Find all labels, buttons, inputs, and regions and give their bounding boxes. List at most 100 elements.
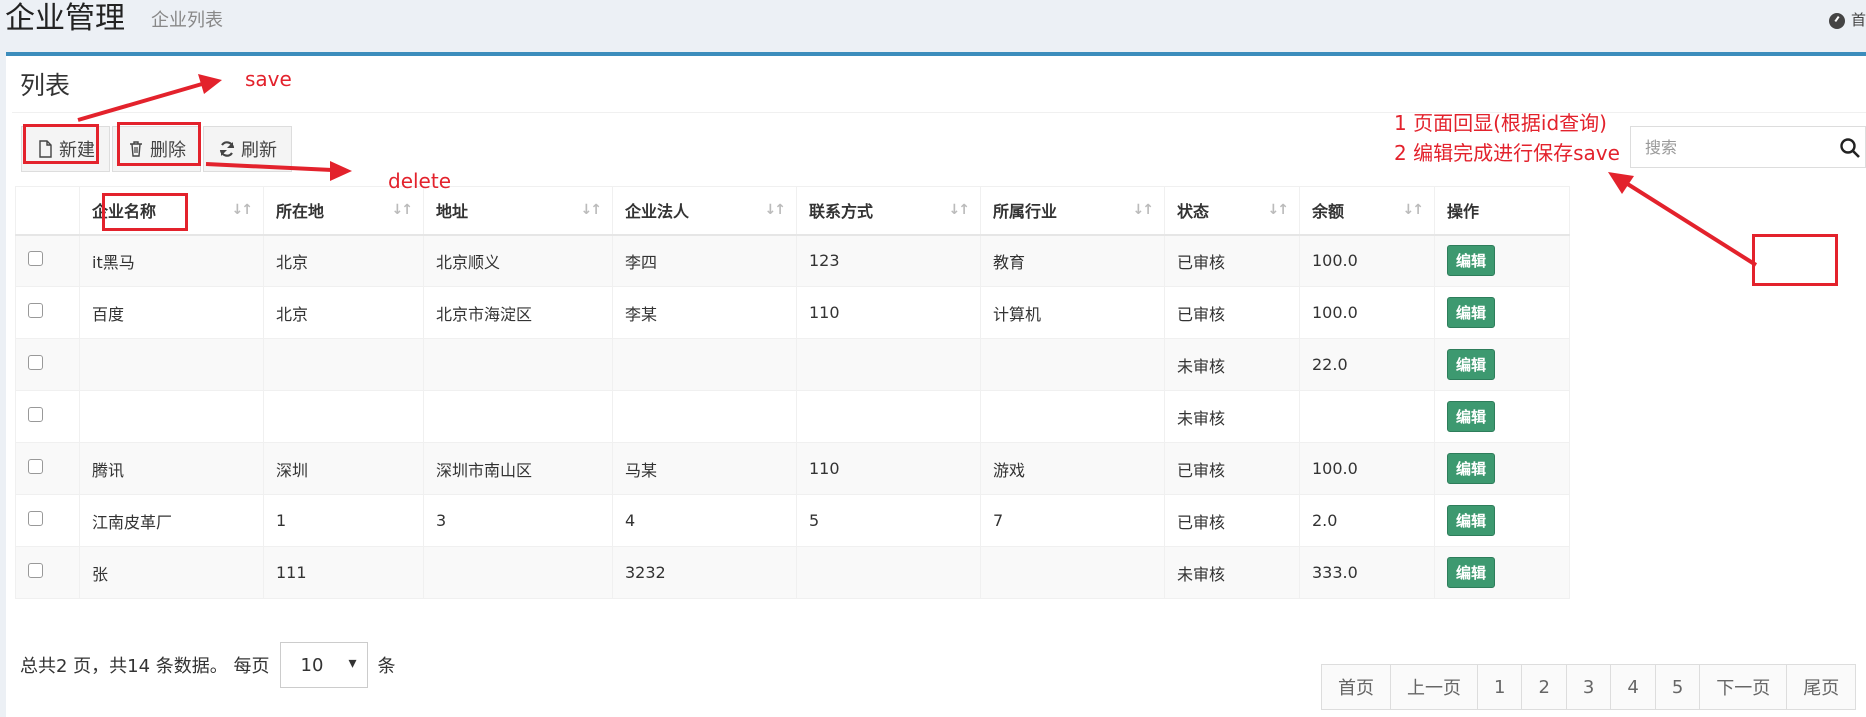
- edit-button[interactable]: 编辑: [1447, 297, 1496, 328]
- refresh-button[interactable]: 刷新: [203, 126, 292, 172]
- cell-status: 已审核: [1164, 494, 1300, 547]
- sort-icon[interactable]: ↓↑: [765, 202, 787, 218]
- home-link[interactable]: 首: [1828, 9, 1866, 30]
- cell-status: 未审核: [1164, 390, 1300, 443]
- column-header[interactable]: 余额 ↓↑: [1299, 186, 1435, 236]
- column-header[interactable]: 联系方式 ↓↑: [796, 186, 981, 236]
- table-row: 未审核 22.0 编辑: [15, 338, 1570, 391]
- edit-button[interactable]: 编辑: [1447, 401, 1496, 432]
- cell-industry: [980, 546, 1165, 599]
- column-header[interactable]: 地址 ↓↑: [423, 186, 613, 236]
- sort-icon[interactable]: ↓↑: [1268, 202, 1290, 218]
- search-icon[interactable]: [1839, 137, 1861, 159]
- cell-actions: 编辑: [1434, 442, 1570, 495]
- cell-industry: [980, 338, 1165, 391]
- edit-button[interactable]: 编辑: [1447, 557, 1496, 588]
- row-checkbox[interactable]: [28, 511, 43, 526]
- sort-icon[interactable]: ↓↑: [581, 202, 603, 218]
- cell-legal: [612, 338, 797, 391]
- cell-city: [263, 390, 424, 443]
- page-link[interactable]: 下一页: [1699, 664, 1788, 710]
- page-link[interactable]: 2: [1521, 664, 1567, 710]
- table-row: 江南皮革厂 1 3 4 5 7 已审核 2.0 编辑: [15, 494, 1570, 547]
- cell-balance: 333.0: [1299, 546, 1435, 599]
- cell-industry: 教育: [980, 234, 1165, 287]
- annotation-delete: delete: [388, 169, 452, 193]
- select-all-header: [15, 186, 80, 236]
- row-checkbox-cell: [15, 390, 80, 443]
- row-checkbox[interactable]: [28, 563, 43, 578]
- cell-city: 1: [263, 494, 424, 547]
- sort-icon[interactable]: ↓↑: [949, 202, 971, 218]
- page-link[interactable]: 上一页: [1390, 664, 1478, 710]
- page-link[interactable]: 首页: [1321, 664, 1391, 710]
- table-row: 百度 北京 北京市海淀区 李某 110 计算机 已审核 100.0 编辑: [15, 286, 1570, 339]
- page-link[interactable]: 5: [1654, 664, 1701, 710]
- row-checkbox[interactable]: [28, 303, 43, 318]
- cell-actions: 编辑: [1434, 546, 1570, 599]
- row-checkbox-cell: [15, 546, 80, 599]
- edit-button[interactable]: 编辑: [1447, 245, 1496, 277]
- cell-legal: [612, 390, 797, 443]
- cell-city: 北京: [263, 234, 424, 287]
- sort-icon[interactable]: ↓↑: [1403, 202, 1425, 218]
- new-button[interactable]: 新建: [21, 126, 110, 172]
- search-box: [1630, 126, 1866, 168]
- cell-actions: 编辑: [1434, 234, 1570, 287]
- page-link[interactable]: 1: [1477, 664, 1523, 710]
- page-header: 企业管理 企业列表 首: [0, 0, 1866, 54]
- row-checkbox[interactable]: [28, 355, 43, 370]
- row-checkbox[interactable]: [28, 251, 43, 267]
- row-checkbox-cell: [15, 338, 80, 391]
- page-link[interactable]: 尾页: [1786, 664, 1857, 710]
- cell-status: 已审核: [1164, 234, 1300, 287]
- cell-address: 北京市海淀区: [423, 286, 613, 339]
- row-checkbox-cell: [15, 442, 80, 495]
- cell-address: [423, 390, 613, 443]
- cell-name: 张: [79, 546, 264, 599]
- table-header-row: 企业名称 ↓↑ 所在地 ↓↑ 地址 ↓↑ 企业法人 ↓↑ 联系方式 ↓↑ 所属行业 ↓↑ 状…: [15, 186, 1570, 236]
- dashboard-icon: [1828, 12, 1845, 29]
- page-subtitle: 企业列表: [151, 10, 223, 31]
- enterprise-table: 企业名称 ↓↑ 所在地 ↓↑ 地址 ↓↑ 企业法人 ↓↑ 联系方式 ↓↑ 所属行业 ↓↑ 状…: [15, 186, 1570, 599]
- cell-actions: 编辑: [1434, 494, 1570, 547]
- page-size-select[interactable]: 10: [279, 642, 368, 688]
- row-checkbox[interactable]: [28, 407, 43, 422]
- row-checkbox-cell: [15, 286, 80, 339]
- column-header[interactable]: 状态 ↓↑: [1164, 186, 1300, 236]
- edit-button[interactable]: 编辑: [1447, 349, 1496, 380]
- cell-legal: 3232: [612, 546, 797, 599]
- cell-status: 未审核: [1164, 546, 1300, 599]
- cell-contact: 5: [796, 494, 981, 547]
- cell-industry: 计算机: [980, 286, 1165, 339]
- box-title: 列表: [20, 71, 71, 100]
- cell-balance: 2.0: [1299, 494, 1435, 547]
- sort-icon[interactable]: ↓↑: [1133, 202, 1155, 218]
- cell-name: it黑马: [79, 234, 264, 287]
- sort-icon[interactable]: ↓↑: [392, 202, 414, 218]
- cell-contact: [796, 338, 981, 391]
- delete-button[interactable]: 删除: [112, 126, 201, 172]
- search-input[interactable]: [1631, 137, 1831, 157]
- page-link[interactable]: 4: [1610, 664, 1656, 710]
- annotation-save: save: [245, 67, 292, 91]
- cell-city: 深圳: [263, 442, 424, 495]
- cell-industry: [980, 390, 1165, 443]
- table-row: 腾讯 深圳 深圳市南山区 马某 110 游戏 已审核 100.0 编辑: [15, 442, 1570, 495]
- cell-balance: 100.0: [1299, 234, 1435, 287]
- column-header-actions: 操作: [1434, 186, 1570, 236]
- edit-button[interactable]: 编辑: [1447, 505, 1496, 536]
- cell-name: 江南皮革厂: [79, 494, 264, 547]
- column-header[interactable]: 所属行业 ↓↑: [980, 186, 1165, 236]
- sort-icon[interactable]: ↓↑: [232, 202, 254, 218]
- cell-contact: 123: [796, 234, 981, 287]
- cell-legal: 李四: [612, 234, 797, 287]
- table-row: 张 111 3232 未审核 333.0 编辑: [15, 546, 1570, 599]
- page-summary: 总共2 页，共14 条数据。 每页: [20, 656, 270, 677]
- column-header[interactable]: 企业名称 ↓↑: [79, 186, 264, 236]
- cell-actions: 编辑: [1434, 390, 1570, 443]
- row-checkbox[interactable]: [28, 459, 43, 474]
- column-header[interactable]: 企业法人 ↓↑: [612, 186, 797, 236]
- page-link[interactable]: 3: [1565, 664, 1612, 710]
- edit-button[interactable]: 编辑: [1447, 453, 1496, 484]
